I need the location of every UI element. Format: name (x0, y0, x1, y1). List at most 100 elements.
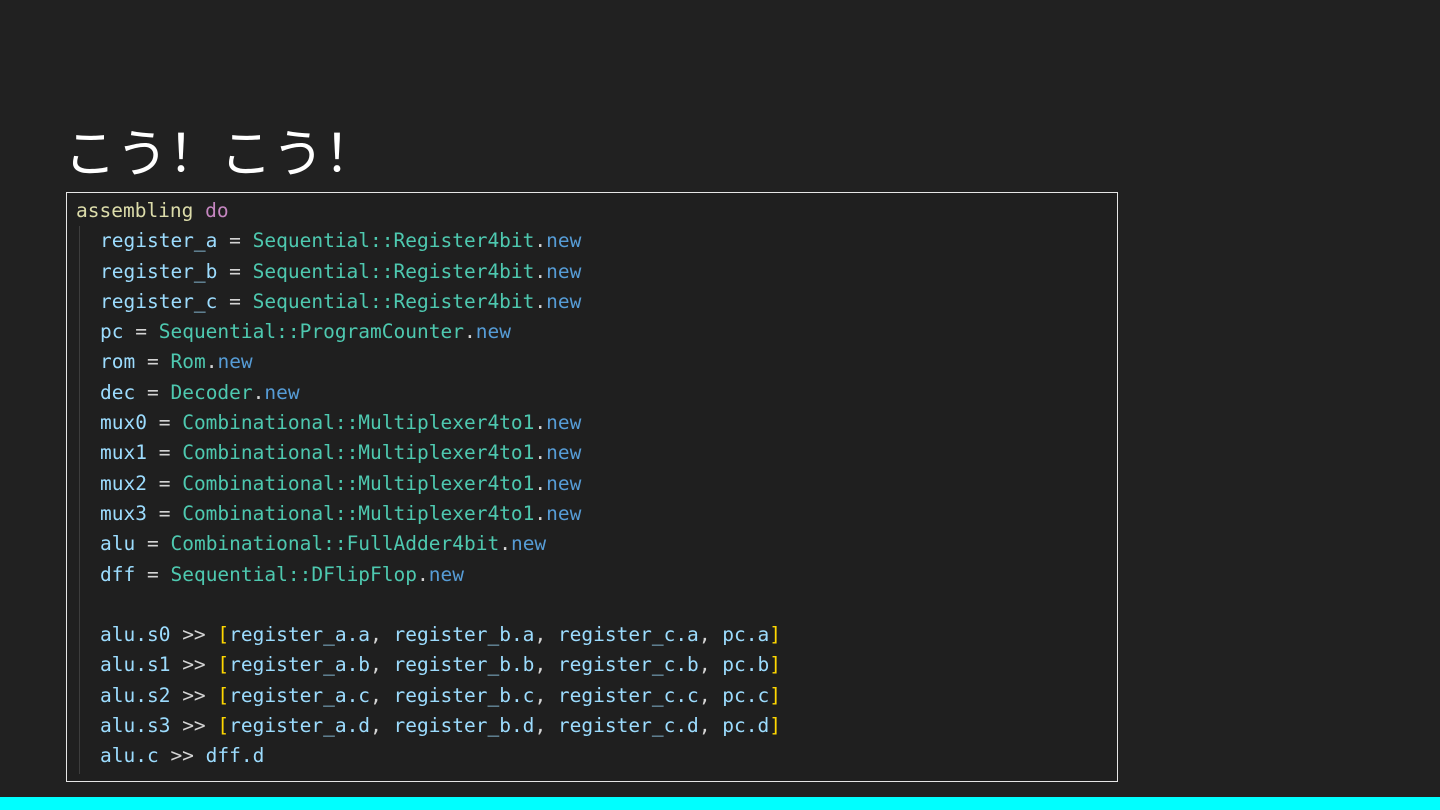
code-token: register_a.d (229, 714, 371, 738)
code-token: , (370, 653, 394, 677)
code-token: rom (100, 350, 136, 374)
code-token: , (698, 653, 723, 677)
code-token: = (217, 289, 253, 313)
code-line: alu.c >> dff.d (76, 741, 781, 771)
code-token: >> (170, 653, 218, 677)
code-token: , (698, 623, 723, 647)
code-token: . (252, 380, 265, 404)
code-token: register_c.b (557, 653, 699, 677)
bottom-accent-bar (0, 797, 1440, 810)
code-token: register_b (100, 259, 218, 283)
code-token: new (546, 411, 582, 435)
code-token: register_c.a (557, 623, 699, 647)
code-token: >> (170, 623, 218, 647)
code-token: mux0 (100, 411, 147, 435)
code-token: dec (100, 380, 136, 404)
code-token: mux3 (100, 501, 147, 525)
code-token: , (698, 683, 723, 707)
code-token: . (463, 320, 476, 344)
code-token: Sequential::Register4bit (252, 229, 535, 253)
code-line: mux3 = Combinational::Multiplexer4to1.ne… (76, 499, 781, 529)
code-token: , (534, 683, 558, 707)
code-line: alu.s3 >> [register_a.d, register_b.d, r… (76, 711, 781, 741)
code-line: pc = Sequential::ProgramCounter.new (76, 317, 781, 347)
code-line: rom = Rom.new (76, 347, 781, 377)
code-token: pc.a (722, 623, 770, 647)
code-token: = (123, 320, 159, 344)
code-token: [ (217, 683, 230, 707)
code-token: = (135, 350, 171, 374)
code-token: , (370, 714, 394, 738)
code-line: alu = Combinational::FullAdder4bit.new (76, 529, 781, 559)
slide-title: こう！こう！ (64, 124, 377, 185)
code-token: Combinational::Multiplexer4to1 (182, 501, 535, 525)
code-line: dff = Sequential::DFlipFlop.new (76, 560, 781, 590)
code-token: Sequential::ProgramCounter (158, 320, 464, 344)
code-line: register_b = Sequential::Register4bit.ne… (76, 257, 781, 287)
code-token: , (698, 714, 723, 738)
code-token: = (146, 441, 183, 465)
code-line: dec = Decoder.new (76, 378, 781, 408)
code-line: register_c = Sequential::Register4bit.ne… (76, 287, 781, 317)
code-token: alu.s0 (100, 623, 171, 647)
code-token: = (217, 229, 253, 253)
code-token: register_a (100, 229, 218, 253)
code-token: register_a.b (229, 653, 371, 677)
code-token: , (534, 653, 558, 677)
code-token: mux2 (100, 471, 147, 495)
code-token: new (546, 471, 582, 495)
code-token: dff (100, 562, 136, 586)
code-token: Combinational::Multiplexer4to1 (182, 411, 535, 435)
code-token: ] (769, 623, 782, 647)
code-token: dff.d (205, 744, 265, 768)
code-token: alu.s3 (100, 714, 171, 738)
code-token: [ (217, 653, 230, 677)
code-token: new (475, 320, 511, 344)
code-token: = (135, 380, 171, 404)
code-token: Rom (170, 350, 206, 374)
code-token: Combinational::Multiplexer4to1 (182, 441, 535, 465)
code-token: ] (769, 653, 782, 677)
code-token: [ (217, 623, 230, 647)
code-token: new (546, 441, 582, 465)
code-token: pc.c (722, 683, 770, 707)
code-token: >> (170, 714, 218, 738)
code-token: pc.d (722, 714, 770, 738)
code-token: new (546, 501, 582, 525)
code-token: register_b.a (393, 623, 535, 647)
code-token: pc (100, 320, 124, 344)
code-token: new (546, 289, 582, 313)
code-token: = (135, 562, 171, 586)
code-token: . (534, 411, 547, 435)
code-token: Combinational::Multiplexer4to1 (182, 471, 535, 495)
code-token: . (499, 532, 511, 556)
code-token: new (264, 380, 300, 404)
code-token: new (428, 562, 464, 586)
code-token: Combinational::FullAdder4bit (170, 532, 500, 556)
code-token: alu.s2 (100, 683, 171, 707)
code-line: mux1 = Combinational::Multiplexer4to1.ne… (76, 438, 781, 468)
code-line: mux0 = Combinational::Multiplexer4to1.ne… (76, 408, 781, 438)
code-token: register_b.d (393, 714, 535, 738)
code-token: . (417, 562, 429, 586)
code-token: = (146, 411, 183, 435)
code-token: >> (170, 683, 218, 707)
code-token: [ (217, 714, 230, 738)
code-line: alu.s2 >> [register_a.c, register_b.c, r… (76, 681, 781, 711)
code-token: new (217, 350, 253, 374)
code-token: . (534, 471, 547, 495)
code-token: . (534, 289, 547, 313)
code-token: register_b.b (393, 653, 535, 677)
code-token: >> (158, 744, 206, 768)
code-line: alu.s1 >> [register_a.b, register_b.b, r… (76, 650, 781, 680)
code-token: new (546, 259, 582, 283)
code-token: mux1 (100, 441, 147, 465)
code-token: register_b.c (393, 683, 535, 707)
code-token: . (534, 229, 547, 253)
code-token: register_c.c (557, 683, 699, 707)
code-token: alu.c (100, 744, 159, 768)
code-token: = (217, 259, 253, 283)
code-token: = (135, 532, 171, 556)
